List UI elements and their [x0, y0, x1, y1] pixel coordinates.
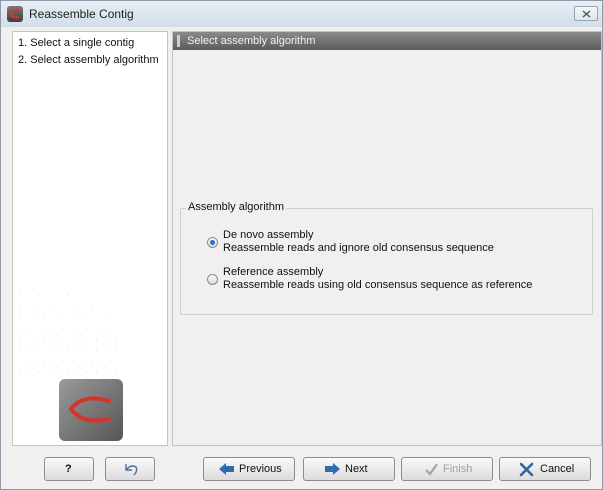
- cancel-button[interactable]: Cancel: [499, 457, 591, 481]
- next-label: Next: [345, 463, 368, 475]
- de-novo-radio[interactable]: [207, 237, 218, 248]
- arrow-left-icon: [219, 463, 234, 475]
- previous-label: Previous: [239, 463, 282, 475]
- step-select-algorithm[interactable]: 2. Select assembly algorithm: [18, 54, 159, 66]
- de-novo-label[interactable]: De novo assembly: [223, 229, 314, 241]
- reset-button[interactable]: [105, 457, 155, 481]
- title-bar[interactable]: Reassemble Contig: [1, 1, 602, 27]
- checkmark-icon: [425, 463, 438, 476]
- finish-label: Finish: [443, 463, 473, 475]
- section-title: Select assembly algorithm: [187, 35, 316, 47]
- dialog-window: Reassemble Contig 1. Select a single con…: [0, 0, 603, 490]
- window-title: Reassemble Contig: [29, 7, 134, 21]
- group-legend: Assembly algorithm: [186, 201, 286, 213]
- close-icon: [582, 10, 591, 18]
- next-button[interactable]: Next: [303, 457, 395, 481]
- arrow-right-icon: [325, 463, 340, 475]
- help-label: ?: [65, 463, 72, 475]
- help-button[interactable]: ?: [44, 457, 94, 481]
- app-logo-icon: [7, 6, 23, 22]
- clc-logo: [59, 379, 123, 441]
- assembly-algorithm-group: Assembly algorithm De novo assembly Reas…: [180, 201, 593, 315]
- decorative-dot-pattern: · · · · · · · · · · · · · · · · · · · · …: [17, 291, 119, 377]
- finish-button[interactable]: Finish: [401, 457, 493, 481]
- de-novo-description: Reassemble reads and ignore old consensu…: [223, 242, 494, 254]
- reset-arrow-icon: [125, 464, 138, 476]
- main-panel: Select assembly algorithm Assembly algor…: [172, 31, 602, 446]
- reference-label[interactable]: Reference assembly: [223, 266, 323, 278]
- reference-radio[interactable]: [207, 274, 218, 285]
- previous-button[interactable]: Previous: [203, 457, 295, 481]
- section-header: Select assembly algorithm: [173, 32, 601, 50]
- close-button[interactable]: [574, 6, 598, 21]
- x-cancel-icon: [519, 462, 534, 477]
- radio-selected-dot: [210, 240, 215, 245]
- step-select-contig[interactable]: 1. Select a single contig: [18, 37, 134, 49]
- reference-description: Reassemble reads using old consensus seq…: [223, 279, 533, 291]
- header-grip: [177, 35, 180, 47]
- cancel-label: Cancel: [540, 463, 575, 475]
- steps-sidebar: 1. Select a single contig 2. Select asse…: [12, 31, 168, 446]
